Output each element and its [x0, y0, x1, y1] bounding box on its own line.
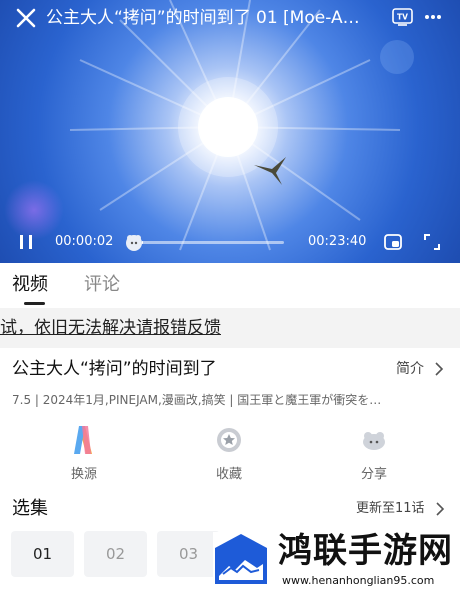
share-button[interactable]: 分享: [344, 424, 404, 488]
episode-item-selected[interactable]: 01: [11, 531, 74, 577]
anime-title: 公主大人“拷问”的时间到了: [12, 359, 217, 379]
current-time: 00:00:02: [55, 234, 114, 249]
notice-banner[interactable]: 试，依旧无法解决请报错反馈: [0, 308, 460, 348]
video-title: 公主大人“拷问”的时间到了 01 [Moe-A…: [46, 8, 360, 28]
chevron-right-icon[interactable]: [435, 502, 445, 516]
share-icon: [363, 432, 385, 450]
switch-source-icon: [74, 426, 92, 454]
watermark-title: 鸿联手游网: [278, 531, 453, 571]
anime-meta: 7.5 | 2024年1月,PINEJAM,漫画改,搞笑 | 国王軍と魔王軍が衝…: [12, 393, 382, 407]
switch-source-label: 换源: [70, 467, 97, 482]
episodes-title: 选集: [12, 498, 48, 519]
flying-bird: [254, 157, 286, 185]
close-icon[interactable]: [14, 6, 38, 30]
more-dots-icon[interactable]: [424, 8, 442, 26]
watermark-url: www.henanhonglian95.com: [282, 574, 435, 587]
intro-link[interactable]: 简介: [396, 359, 424, 379]
content-tabs: 视频 评论: [0, 263, 460, 307]
lens-flare: [380, 40, 414, 74]
favorite-button[interactable]: 收藏: [199, 424, 259, 488]
tab-video[interactable]: 视频: [12, 273, 48, 297]
tv-cast-icon[interactable]: TV: [392, 8, 413, 26]
active-tab-indicator: [24, 302, 45, 305]
switch-source-button[interactable]: 换源: [54, 424, 114, 488]
episode-item[interactable]: 02: [84, 531, 147, 577]
fullscreen-icon[interactable]: [423, 233, 441, 251]
picture-in-picture-icon[interactable]: [383, 232, 403, 252]
total-time: 00:23:40: [308, 234, 367, 249]
notice-text: 试，依旧无法解决请报错反馈: [0, 318, 221, 338]
tv-badge: TV: [397, 13, 408, 22]
chevron-right-icon[interactable]: [434, 362, 444, 376]
seek-thumb-icon[interactable]: [124, 231, 144, 253]
site-logo-icon: [213, 532, 269, 586]
player-controls: 00:00:02 00:23:40: [0, 228, 460, 256]
site-watermark: 鸿联手游网 www.henanhonglian95.com: [210, 530, 460, 593]
sun-rays-background: [69, 0, 401, 251]
tab-comments[interactable]: 评论: [84, 273, 120, 297]
video-player[interactable]: 公主大人“拷问”的时间到了 01 [Moe-A… TV 00:00:02 00:…: [0, 0, 460, 263]
episodes-update-link[interactable]: 更新至11话: [356, 500, 425, 518]
favorite-icon: [217, 428, 241, 452]
seek-bar[interactable]: [142, 241, 284, 244]
favorite-label: 收藏: [215, 467, 242, 482]
pause-icon[interactable]: [17, 233, 35, 251]
share-label: 分享: [360, 467, 387, 482]
